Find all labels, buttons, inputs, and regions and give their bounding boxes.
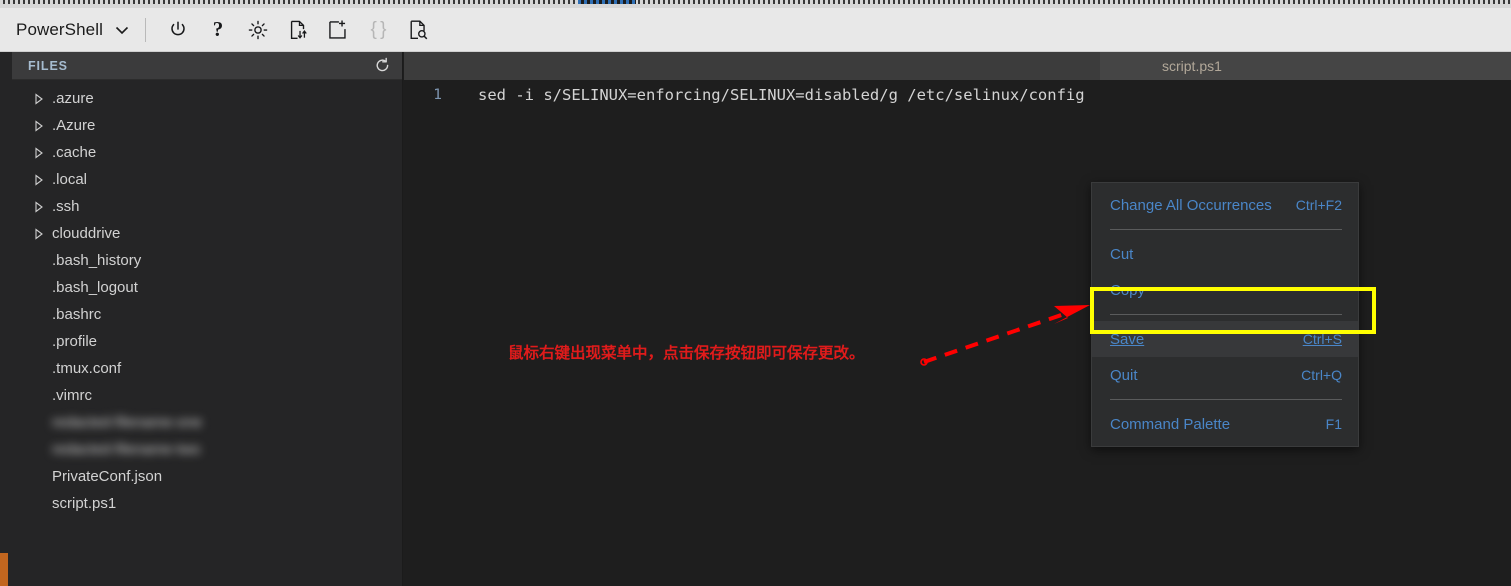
file-tree-item-label: .bash_history [52,252,142,269]
file-tree-item[interactable]: redacted-filename-two [12,436,402,463]
file-tree-item-label: .ssh [52,198,80,215]
cloud-shell-editor-window: PowerShell ? {} FILES .azure .Azure .ca… [0,0,1511,586]
context-menu-separator [1110,229,1342,230]
file-tree-item[interactable]: script.ps1 [12,490,402,517]
context-menu-item-change-all-occurrences[interactable]: Change All Occurrences Ctrl+F2 [1092,187,1358,223]
preview-file-icon[interactable] [398,13,438,47]
context-menu-item-label: Change All Occurrences [1110,196,1272,214]
file-tree-item-label: .bashrc [52,306,102,323]
context-menu-item-label: Quit [1110,366,1138,384]
context-menu-item-label: Command Palette [1110,415,1231,433]
chrome-link-sliver [578,0,636,4]
chevron-right-icon[interactable] [34,91,50,107]
chevron-right-icon[interactable] [34,226,50,242]
file-tree-item-label: .Azure [52,117,96,134]
file-tree-item[interactable]: .local [12,166,402,193]
upload-download-icon[interactable] [278,13,318,47]
file-tree-item[interactable]: .vimrc [12,382,402,409]
line-number: 1 [433,87,442,103]
file-tree-item-label: .cache [52,144,97,161]
workspace: FILES .azure .Azure .cache .local .ssh cloudd… [0,52,1511,586]
shell-toolbar: PowerShell ? {} [0,8,1511,52]
code-area[interactable]: 1 sed -i s/SELINUX=enforcing/SELINUX=dis… [404,80,1511,586]
chevron-down-icon[interactable] [107,15,137,45]
editor-tabbar: script.ps1 [404,52,1511,80]
file-tree-item-label: .azure [52,90,94,107]
gear-icon[interactable] [238,13,278,47]
file-tree-item-label: .local [52,171,88,188]
file-tree-item-label: .vimrc [52,387,92,404]
chevron-right-icon[interactable] [34,145,50,161]
file-tree-item-label: PrivateConf.json [52,468,163,485]
context-menu-item-label: Save [1110,330,1145,348]
refresh-icon[interactable] [372,56,392,76]
file-tree-item-label: .tmux.conf [52,360,122,377]
chevron-right-icon[interactable] [34,172,50,188]
file-tree-item-label: redacted-filename-two [52,441,201,458]
help-icon[interactable]: ? [198,13,238,47]
file-tree-item[interactable]: redacted-filename-one [12,409,402,436]
editor-tab-label: script.ps1 [1162,58,1222,74]
file-tree-item[interactable]: .ssh [12,193,402,220]
context-menu-separator [1110,399,1342,400]
file-tree-item-label: .profile [52,333,98,350]
code-line: 1 sed -i s/SELINUX=enforcing/SELINUX=dis… [404,80,1511,106]
context-menu-separator [1110,314,1342,315]
chrome-text-sliver [0,0,1511,4]
file-tree-item[interactable]: .Azure [12,112,402,139]
file-tree-item[interactable]: .bashrc [12,301,402,328]
context-menu-item-shortcut: Ctrl+S [1302,331,1342,347]
context-menu-item-shortcut: Ctrl+Q [1301,367,1342,383]
new-window-icon[interactable] [318,13,358,47]
file-tree-item-label: script.ps1 [52,495,117,512]
left-edge-strip [0,52,12,586]
context-menu-item-shortcut: F1 [1325,416,1342,432]
editor-tab-script-ps1[interactable]: script.ps1 [1100,52,1511,80]
file-tree-item[interactable]: .profile [12,328,402,355]
file-explorer-sidebar: FILES .azure .Azure .cache .local .ssh cloudd… [12,52,403,586]
code-editor: script.ps1 1 sed -i s/SELINUX=enforcing/… [404,52,1511,586]
file-tree-item-label: .bash_logout [52,279,138,296]
braces-icon[interactable]: { } [358,13,398,47]
files-header: FILES [12,52,402,80]
chevron-right-icon[interactable] [34,199,50,215]
file-tree-item[interactable]: PrivateConf.json [12,463,402,490]
toolbar-divider [145,17,146,42]
help-glyph: ? [212,17,224,41]
editor-context-menu: Change All Occurrences Ctrl+F2 Cut Copy Save… [1091,182,1359,447]
context-menu-item-copy[interactable]: Copy [1092,272,1358,308]
file-tree-item[interactable]: .tmux.conf [12,355,402,382]
file-tree-item[interactable]: .bash_history [12,247,402,274]
context-menu-item-cut[interactable]: Cut [1092,236,1358,272]
code-line-text[interactable]: sed -i s/SELINUX=enforcing/SELINUX=disab… [452,86,1085,104]
context-menu-item-save[interactable]: Save Ctrl+S [1092,321,1358,357]
file-tree-item-label: redacted-filename-one [52,414,203,431]
accent-bar [0,553,8,586]
context-menu-item-shortcut: Ctrl+F2 [1295,197,1342,213]
file-tree-item[interactable]: .bash_logout [12,274,402,301]
file-tree-item[interactable]: .azure [12,85,402,112]
chevron-right-icon[interactable] [34,118,50,134]
annotation-callout-text: 鼠标右键出现菜单中，点击保存按钮即可保存更改。 [508,344,865,362]
context-menu-item-command-palette[interactable]: Command Palette F1 [1092,406,1358,442]
files-header-label: FILES [28,58,68,73]
file-tree-item-label: clouddrive [52,225,121,242]
braces-glyph: { } [370,18,387,40]
shell-type-label[interactable]: PowerShell [12,20,107,40]
file-tree-item[interactable]: clouddrive [12,220,402,247]
browser-chrome-sliver [0,0,1511,8]
context-menu-item-label: Copy [1110,281,1146,299]
context-menu-item-label: Cut [1110,245,1134,263]
file-tree: .azure .Azure .cache .local .ssh clouddrive .b… [12,80,402,517]
power-icon[interactable] [158,13,198,47]
context-menu-item-quit[interactable]: Quit Ctrl+Q [1092,357,1358,393]
file-tree-item[interactable]: .cache [12,139,402,166]
